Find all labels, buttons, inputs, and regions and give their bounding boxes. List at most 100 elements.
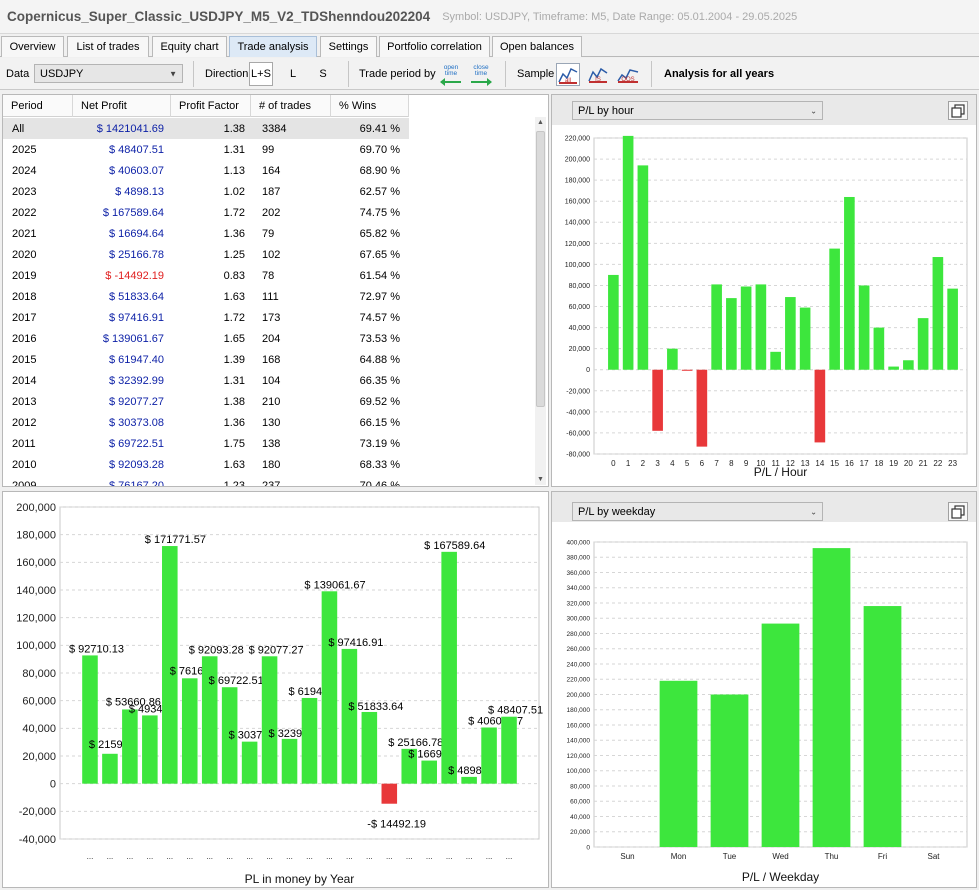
out-of-sample-chart-icon[interactable]: OOS: [616, 63, 640, 86]
trades-cell: 210: [262, 395, 281, 408]
profit-factor-cell: 0.83: [223, 269, 245, 282]
scrollbar-thumb[interactable]: [536, 131, 545, 407]
y-tick-label: 220,000: [565, 135, 590, 142]
table-row[interactable]: 2025 $ 48407.51 1.31 99 69.70 %: [3, 139, 409, 160]
y-tick-label: -20,000: [19, 806, 56, 818]
y-tick-label: 80,000: [569, 283, 591, 290]
chart-bar: [863, 606, 902, 847]
data-label: $ 25166.78: [388, 737, 443, 749]
table-row[interactable]: 2015 $ 61947.40 1.39 168 64.88 %: [3, 349, 409, 370]
y-tick-label: 120,000: [16, 613, 56, 625]
tab-settings[interactable]: Settings: [320, 36, 377, 57]
y-tick-label: 280,000: [567, 631, 591, 638]
column-header-period[interactable]: Period: [3, 95, 73, 117]
data-label: -$ 14492.19: [367, 819, 426, 831]
wins-cell: 73.53 %: [359, 332, 400, 345]
data-label: $ 4898.: [448, 765, 485, 777]
net-profit-cell: $ -14492.19: [105, 269, 164, 282]
tab-open-balances[interactable]: Open balances: [492, 36, 582, 57]
chart-bar: [481, 727, 497, 784]
direction-short-button[interactable]: S: [311, 62, 335, 86]
chart-type-select[interactable]: P/L by hour ⌄: [572, 101, 823, 120]
table-row[interactable]: 2020 $ 25166.78 1.25 102 67.65 %: [3, 244, 409, 265]
x-tick-label: ...: [506, 852, 513, 861]
chart-bar: [812, 548, 851, 847]
column-header-wins[interactable]: % Wins: [331, 95, 409, 117]
scroll-up-icon[interactable]: ▲: [535, 117, 546, 128]
pl-by-year-panel: -40,000 -20,000 0 20,000 40,000 60,000 80,000 1…: [2, 491, 549, 888]
pl-by-year-chart: -40,000 -20,000 0 20,000 40,000 60,000 80,000 1…: [16, 502, 543, 886]
table-row[interactable]: 2016 $ 139061.67 1.65 204 73.53 %: [3, 328, 409, 349]
column-header-net-profit[interactable]: Net Profit: [73, 95, 171, 117]
column-header-profit-factor[interactable]: Profit Factor: [171, 95, 251, 117]
tab-trade-analysis[interactable]: Trade analysis: [229, 36, 317, 57]
all-samples-chart-icon[interactable]: all: [556, 63, 580, 86]
direction-long-button[interactable]: L: [281, 62, 305, 86]
sample-label: Sample: [517, 68, 555, 80]
x-tick-label: ...: [166, 852, 173, 861]
table-row[interactable]: All $ 1421041.69 1.38 3384 69.41 %: [3, 118, 409, 139]
table-row[interactable]: 2012 $ 30373.08 1.36 130 66.15 %: [3, 412, 409, 433]
wins-cell: 69.41 %: [359, 122, 400, 135]
chart-bar: [608, 274, 619, 370]
tab-portfolio-correlation[interactable]: Portfolio correlation: [379, 36, 490, 57]
table-row[interactable]: 2023 $ 4898.13 1.02 187 62.57 %: [3, 181, 409, 202]
table-row[interactable]: 2010 $ 92093.28 1.63 180 68.33 %: [3, 454, 409, 475]
in-sample-chart-icon[interactable]: IS: [587, 63, 609, 86]
y-tick-label: -60,000: [566, 430, 590, 437]
net-profit-cell: $ 1421041.69: [96, 122, 164, 135]
copy-icon[interactable]: [948, 101, 968, 120]
table-row[interactable]: 2022 $ 167589.64 1.72 202 74.75 %: [3, 202, 409, 223]
period-cell: 2011: [12, 437, 36, 450]
x-tick-label: Wed: [772, 852, 788, 861]
table-row[interactable]: 2013 $ 92077.27 1.38 210 69.52 %: [3, 391, 409, 412]
table-scrollbar[interactable]: ▲ ▼: [535, 117, 546, 485]
x-tick-label: 8: [729, 459, 734, 468]
chart-bar: [932, 257, 944, 370]
net-profit-cell: $ 92077.27: [108, 395, 164, 408]
chart-type-select[interactable]: P/L by weekday ⌄: [572, 502, 823, 521]
chart-bar: [888, 366, 899, 370]
net-profit-cell: $ 16694.64: [108, 227, 164, 240]
period-cell: 2009: [12, 479, 37, 487]
y-tick-label: 0: [586, 367, 590, 374]
table-row[interactable]: 2011 $ 69722.51 1.75 138 73.19 %: [3, 433, 409, 454]
tab-equity-chart[interactable]: Equity chart: [152, 36, 227, 57]
copy-icon[interactable]: [948, 502, 968, 521]
y-tick-label: 20,000: [569, 346, 591, 353]
direction-ls-button[interactable]: L+S: [249, 62, 273, 86]
pl-by-hour-chart: -80,000 -60,000 -40,000 -20,000 0 20,000 40,00…: [565, 135, 968, 479]
chevron-down-icon: ▼: [169, 69, 177, 78]
table-row[interactable]: 2009 $ 76167.20 1.23 237 70.46 %: [3, 475, 409, 487]
y-tick-label: 180,000: [16, 530, 56, 542]
profit-factor-cell: 1.75: [223, 437, 245, 450]
table-row[interactable]: 2018 $ 51833.64 1.63 111 72.97 %: [3, 286, 409, 307]
table-row[interactable]: 2024 $ 40603.07 1.13 164 68.90 %: [3, 160, 409, 181]
scroll-down-icon[interactable]: ▼: [535, 474, 546, 485]
tab-bar: Overview List of trades Equity chart Tra…: [0, 36, 979, 57]
table-row[interactable]: 2019 $ -14492.19 0.83 78 61.54 %: [3, 265, 409, 286]
tab-overview[interactable]: Overview: [1, 36, 64, 57]
tab-list-of-trades[interactable]: List of trades: [67, 36, 149, 57]
data-label: Data: [6, 68, 30, 80]
close-time-icon[interactable]: close time: [468, 61, 494, 87]
open-time-icon[interactable]: open time: [438, 61, 464, 87]
toolbar: Data USDJPY ▼ Direction L+S L S Trade pe…: [0, 58, 979, 90]
chart-bar: [122, 709, 138, 784]
table-row[interactable]: 2014 $ 32392.99 1.31 104 66.35 %: [3, 370, 409, 391]
wins-cell: 66.35 %: [359, 374, 400, 387]
trades-cell: 78: [262, 269, 275, 282]
profit-factor-cell: 1.31: [223, 143, 245, 156]
trades-cell: 104: [262, 374, 281, 387]
period-cell: All: [12, 122, 25, 135]
chart-bar: [261, 656, 278, 784]
chart-bar: [142, 715, 158, 784]
column-header-trades[interactable]: # of trades: [251, 95, 331, 117]
data-symbol-select[interactable]: USDJPY ▼: [34, 64, 183, 83]
table-row[interactable]: 2021 $ 16694.64 1.36 79 65.82 %: [3, 223, 409, 244]
y-tick-label: 320,000: [567, 600, 591, 607]
x-tick-label: Mon: [671, 852, 687, 861]
table-row[interactable]: 2017 $ 97416.91 1.72 173 74.57 %: [3, 307, 409, 328]
svg-text:time: time: [445, 70, 458, 77]
chart-bar: [281, 738, 298, 784]
